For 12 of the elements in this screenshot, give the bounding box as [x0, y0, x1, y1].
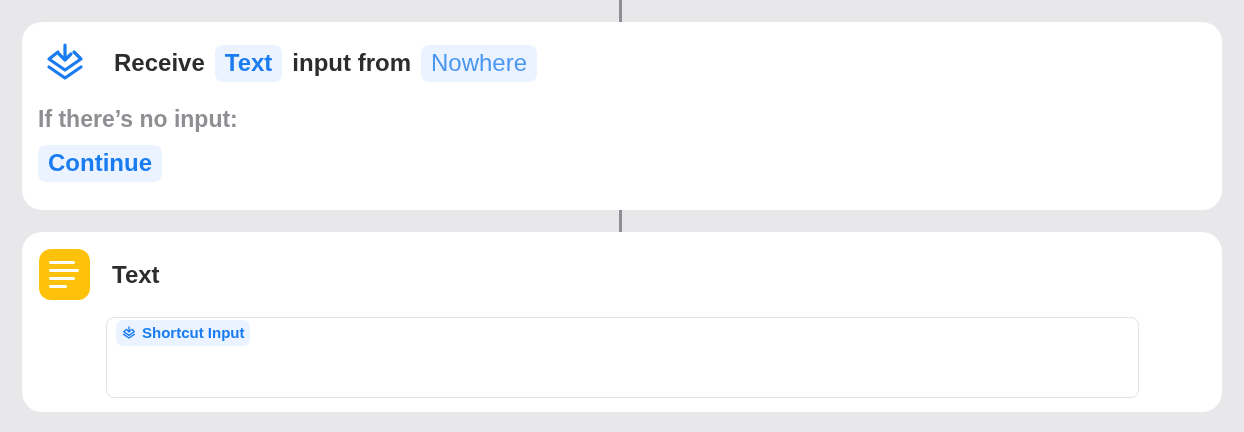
text-action-icon	[39, 249, 90, 300]
action-label: input from	[292, 48, 411, 78]
action-title: Text	[112, 259, 160, 290]
receive-icon	[122, 326, 136, 340]
parameter-token[interactable]: Text	[214, 44, 283, 82]
continue-token[interactable]: Continue	[38, 144, 162, 182]
token-label: Shortcut Input	[142, 322, 245, 343]
parameter-token[interactable]: Nowhere	[420, 44, 537, 82]
text-field[interactable]: Shortcut Input	[106, 317, 1139, 398]
variable-token[interactable]: Shortcut Input	[116, 320, 251, 346]
action-label: Receive	[114, 48, 205, 78]
fallback-label: If there’s no input:	[38, 105, 239, 134]
